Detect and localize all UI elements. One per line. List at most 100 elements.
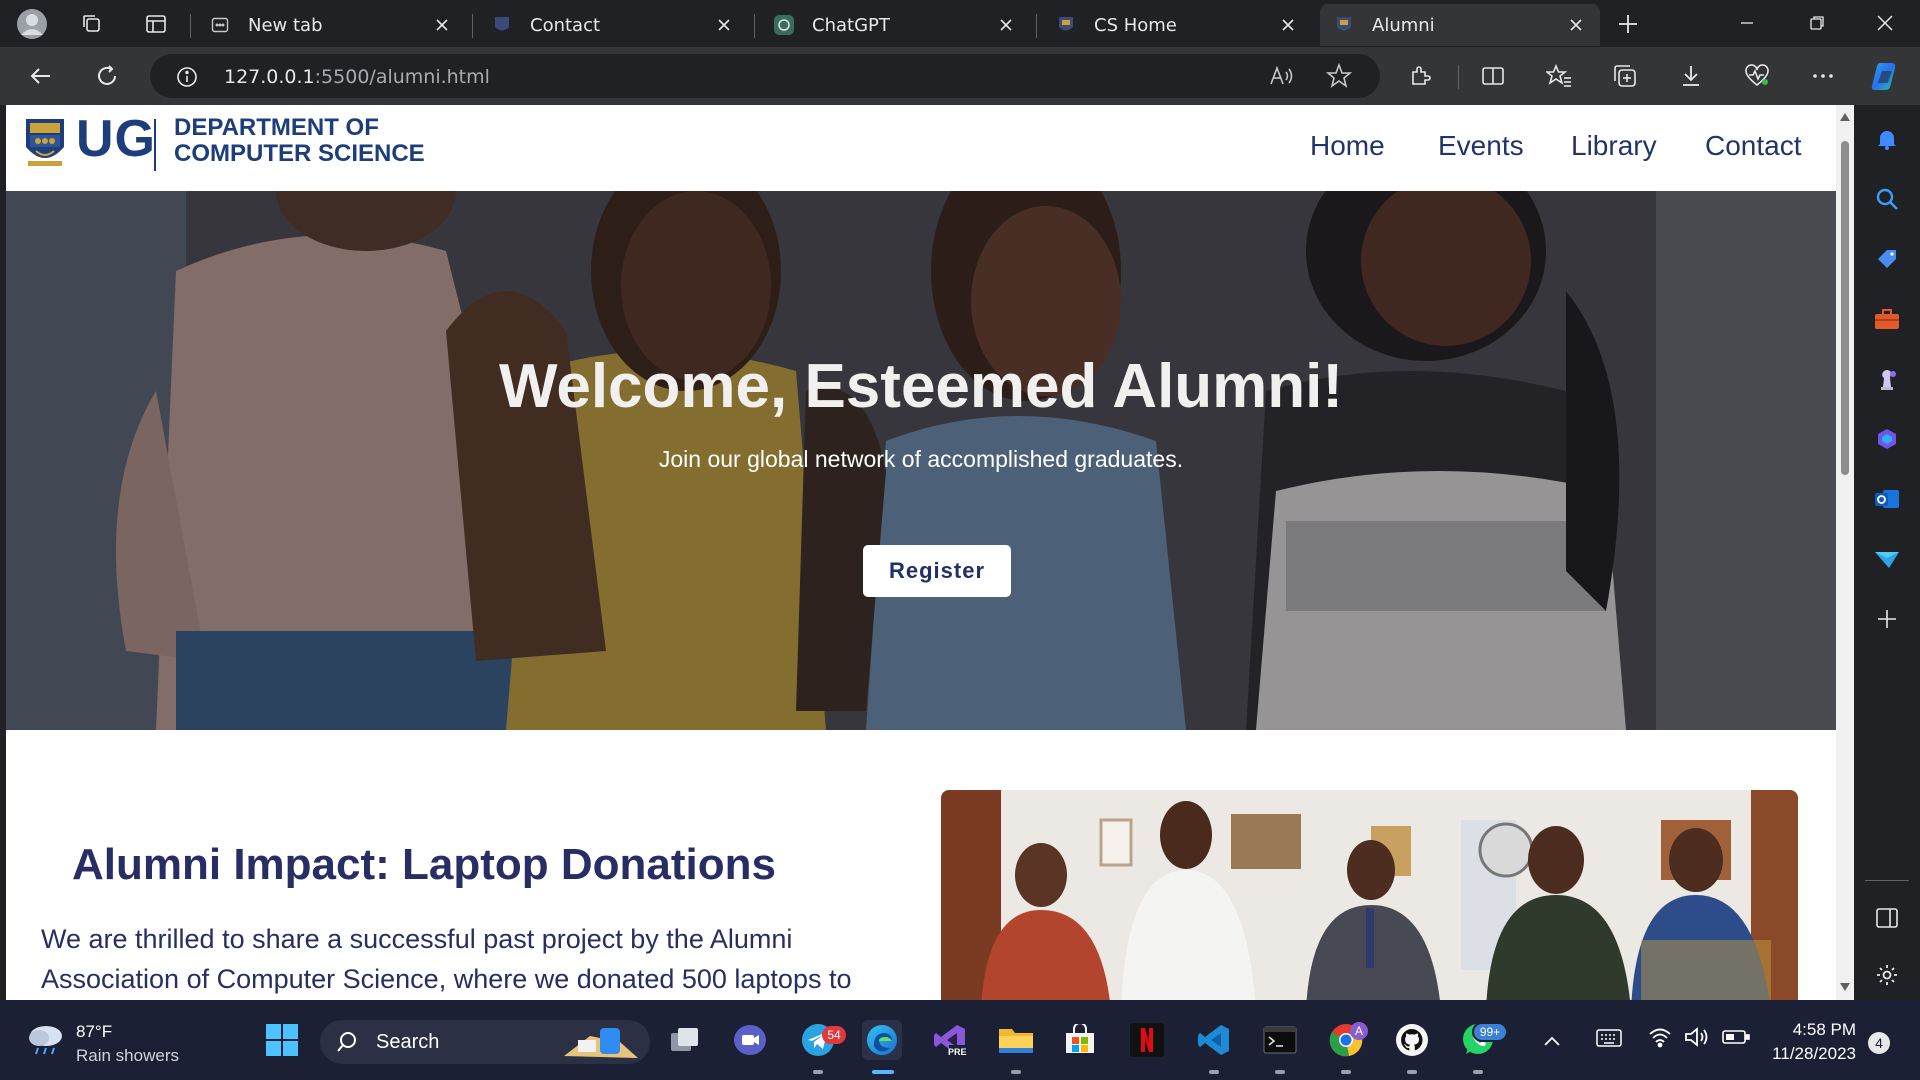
netflix-icon[interactable] xyxy=(1127,1020,1167,1060)
favorites-icon[interactable] xyxy=(1540,57,1578,95)
windows-start-icon[interactable] xyxy=(262,1020,302,1060)
page-viewport: UG DEPARTMENT OF COMPUTER SCIENCE Home E… xyxy=(6,105,1854,1000)
hero-title: Welcome, Esteemed Alumni! xyxy=(498,352,1344,421)
workspaces-icon[interactable] xyxy=(74,6,110,42)
tab-cs-home[interactable]: CS Home xyxy=(1042,4,1312,46)
department-line-2: COMPUTER SCIENCE xyxy=(174,140,425,167)
running-indicator xyxy=(1473,1070,1483,1074)
tab-title: Contact xyxy=(530,14,601,36)
visual-studio-preview-icon[interactable]: PRE xyxy=(930,1020,970,1060)
edge-sidebar xyxy=(1855,105,1920,1000)
running-indicator xyxy=(1341,1070,1351,1074)
tools-toolbox-icon[interactable] xyxy=(1869,301,1905,337)
close-tab-icon[interactable] xyxy=(1278,15,1298,35)
show-hidden-icons-chevron-icon[interactable] xyxy=(1543,1032,1561,1051)
weather-widget[interactable] xyxy=(26,1022,66,1060)
hide-sidebar-icon[interactable] xyxy=(1869,900,1905,936)
ug-crest-icon xyxy=(1334,15,1354,35)
running-indicator xyxy=(1209,1070,1219,1074)
toolbar-separator xyxy=(1458,65,1459,89)
add-sidebar-app-icon[interactable] xyxy=(1869,601,1905,637)
split-screen-icon[interactable] xyxy=(1474,57,1512,95)
taskbar-search-box[interactable]: Search xyxy=(320,1020,650,1064)
microsoft-365-icon[interactable] xyxy=(1869,421,1905,457)
github-desktop-icon[interactable] xyxy=(1392,1020,1432,1060)
close-tab-icon[interactable] xyxy=(996,15,1016,35)
url-text: 127.0.0.1:5500/alumni.html xyxy=(224,66,490,88)
copilot-icon[interactable] xyxy=(1866,57,1904,95)
scroll-down-arrow-icon[interactable] xyxy=(1840,983,1850,991)
tab-title: New tab xyxy=(248,14,323,36)
running-indicator xyxy=(1011,1070,1021,1074)
notifications-bell-icon[interactable] xyxy=(1869,121,1905,157)
nav-contact[interactable]: Contact xyxy=(1705,130,1802,162)
search-label: Search xyxy=(376,1031,440,1053)
new-tab-icon xyxy=(210,15,230,35)
sidebar-settings-gear-icon[interactable] xyxy=(1869,957,1905,993)
nav-events[interactable]: Events xyxy=(1438,130,1524,162)
register-button[interactable]: Register xyxy=(863,545,1011,597)
drop-send-icon[interactable] xyxy=(1869,541,1905,577)
clock-date[interactable]: 11/28/2023 xyxy=(1762,1044,1856,1064)
site-header: UG DEPARTMENT OF COMPUTER SCIENCE Home E… xyxy=(6,105,1836,191)
terminal-icon[interactable] xyxy=(1260,1020,1300,1060)
task-view-icon[interactable] xyxy=(665,1020,705,1060)
restore-icon[interactable] xyxy=(1788,0,1846,46)
browser-essentials-icon[interactable] xyxy=(1738,57,1776,95)
extensions-icon[interactable] xyxy=(1402,57,1440,95)
refresh-icon[interactable] xyxy=(88,57,126,95)
tab-alumni[interactable]: Alumni xyxy=(1320,4,1600,46)
new-tab-button[interactable] xyxy=(1610,6,1646,42)
tab-chatgpt[interactable]: ChatGPT xyxy=(760,4,1030,46)
profile-avatar-icon[interactable] xyxy=(14,6,50,42)
games-chess-icon[interactable] xyxy=(1869,361,1905,397)
favorite-star-icon[interactable] xyxy=(1325,62,1353,93)
read-aloud-icon[interactable] xyxy=(1268,64,1294,92)
running-indicator xyxy=(813,1070,823,1074)
clock-time[interactable]: 4:58 PM xyxy=(1768,1020,1856,1040)
address-bar[interactable]: 127.0.0.1:5500/alumni.html xyxy=(150,54,1380,98)
nav-home[interactable]: Home xyxy=(1310,130,1385,162)
file-explorer-icon[interactable] xyxy=(996,1020,1036,1060)
tab-contact[interactable]: Contact xyxy=(478,4,748,46)
ug-crest-logo[interactable] xyxy=(24,117,66,169)
teams-meet-icon[interactable] xyxy=(730,1020,770,1060)
wifi-icon[interactable] xyxy=(1648,1026,1672,1052)
close-tab-icon[interactable] xyxy=(1566,15,1586,35)
url-path: :5500/alumni.html xyxy=(314,66,490,88)
nav-library[interactable]: Library xyxy=(1571,130,1657,162)
weather-temperature: 87°F xyxy=(76,1022,113,1041)
keyboard-icon[interactable] xyxy=(1596,1028,1622,1052)
scroll-thumb[interactable] xyxy=(1841,141,1849,475)
close-tab-icon[interactable] xyxy=(432,15,452,35)
downloads-icon[interactable] xyxy=(1672,57,1710,95)
battery-icon[interactable] xyxy=(1722,1028,1750,1050)
minimize-icon[interactable] xyxy=(1718,0,1776,46)
shopping-tag-icon[interactable] xyxy=(1869,241,1905,277)
tab-title: Alumni xyxy=(1372,14,1435,36)
close-window-icon[interactable] xyxy=(1856,0,1914,46)
edge-browser-icon[interactable] xyxy=(862,1020,902,1060)
tab-new-tab[interactable]: New tab xyxy=(196,4,466,46)
preview-pre-tag: PRE xyxy=(948,1047,967,1057)
close-tab-icon[interactable] xyxy=(714,15,734,35)
sidebar-divider xyxy=(1865,880,1909,881)
search-icon[interactable] xyxy=(1869,181,1905,217)
tab-actions-icon[interactable] xyxy=(138,6,174,42)
microsoft-store-icon[interactable] xyxy=(1060,1020,1100,1060)
more-options-icon[interactable] xyxy=(1804,57,1842,95)
tab-title: CS Home xyxy=(1094,14,1177,36)
logo-wordmark[interactable]: UG xyxy=(76,109,156,169)
collections-icon[interactable] xyxy=(1606,57,1644,95)
vscode-icon[interactable] xyxy=(1194,1020,1234,1060)
outlook-icon[interactable] xyxy=(1869,481,1905,517)
running-indicator xyxy=(1275,1070,1285,1074)
windows-taskbar: 87°F Rain showers Search 54 PRE A 99+ 4:… xyxy=(0,1000,1920,1080)
back-icon[interactable] xyxy=(22,57,60,95)
volume-icon[interactable] xyxy=(1684,1026,1710,1052)
scroll-up-arrow-icon[interactable] xyxy=(1840,113,1850,121)
notification-count-badge[interactable]: 4 xyxy=(1868,1032,1890,1054)
page-scrollbar[interactable] xyxy=(1836,105,1854,1000)
site-info-icon[interactable] xyxy=(176,66,198,92)
search-highlight-illustration-icon xyxy=(564,1028,638,1058)
